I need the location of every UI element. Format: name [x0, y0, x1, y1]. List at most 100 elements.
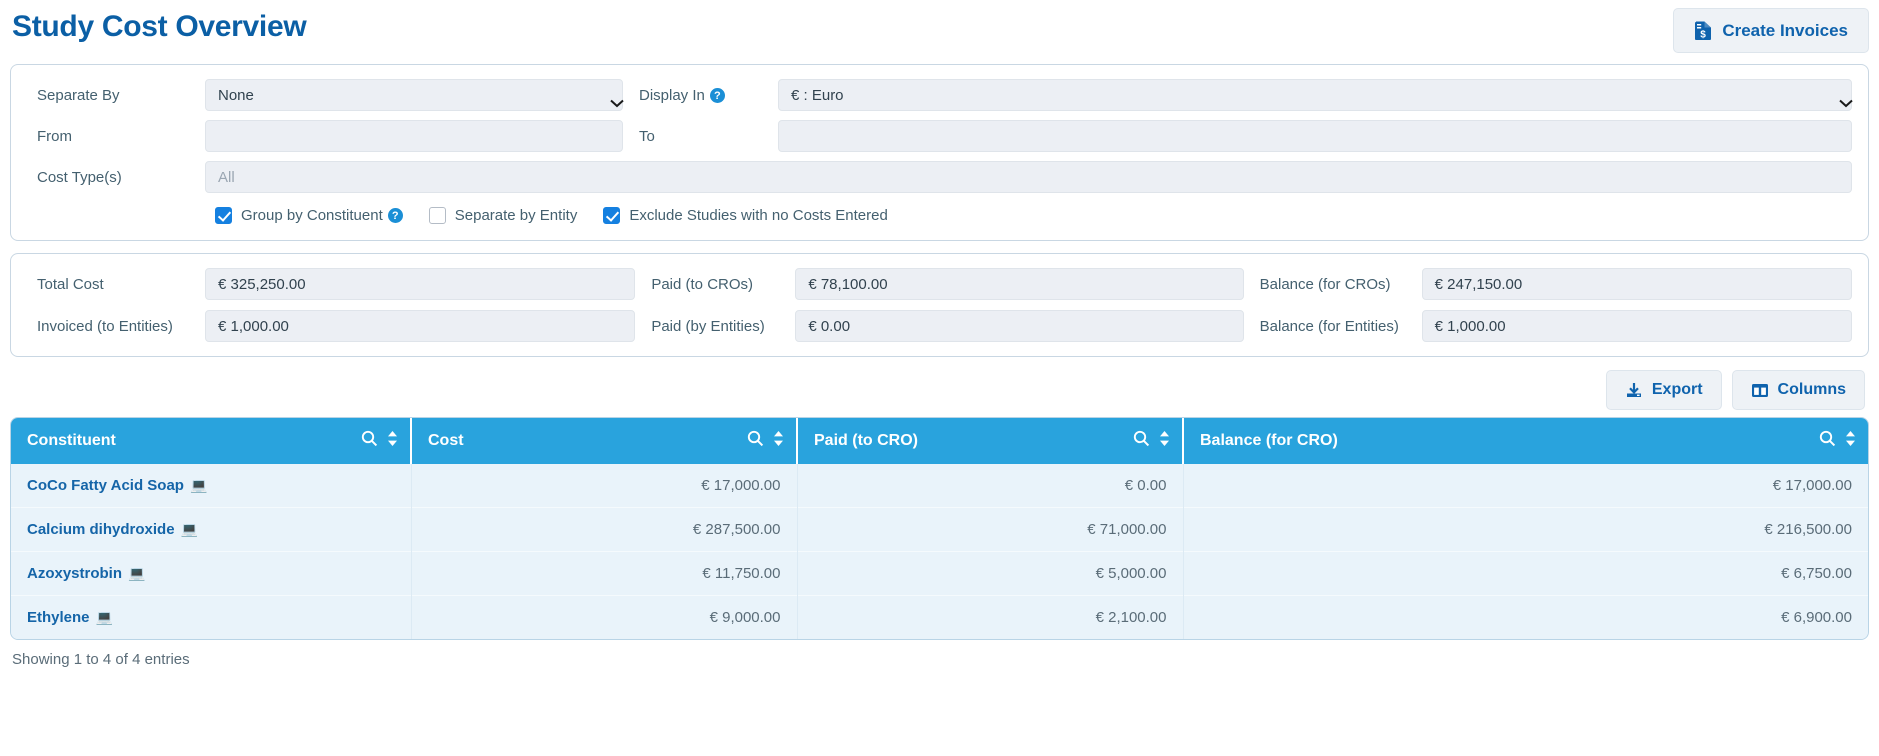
separate-by-select[interactable]: None — [205, 79, 624, 111]
checkbox-label-group-by-constituent: Group by Constituent — [241, 207, 383, 224]
checkbox-separate-by-entity[interactable]: Separate by Entity — [428, 207, 577, 224]
from-label: From — [37, 127, 72, 145]
checkbox-input-exclude-studies-no-costs[interactable] — [603, 207, 621, 224]
cell-balance-for-cro: € 17,000.00 — [1183, 464, 1868, 508]
export-label: Export — [1651, 381, 1703, 398]
balance-for-cros-field: Balance (for CROs) € 247,150.00 — [1244, 268, 1852, 300]
table-row: CoCo Fatty Acid Soap 💻 € 17,000.00 € 0.00… — [11, 464, 1868, 508]
checkbox-label-exclude-studies-no-costs: Exclude Studies with no Costs Entered — [629, 207, 888, 224]
table-row: Azoxystrobin 💻 € 11,750.00 € 5,000.00 € 6… — [11, 551, 1868, 596]
help-circle-icon[interactable]: ? — [709, 88, 725, 104]
sort-icon[interactable] — [387, 430, 398, 452]
to-label: To — [639, 127, 655, 145]
sort-icon[interactable] — [1159, 430, 1170, 452]
cell-paid-to-cro: € 0.00 — [797, 464, 1184, 508]
balance-for-entities-label: Balance (for Entities) — [1259, 317, 1399, 335]
paid-to-cros-label: Paid (to CROs) — [651, 275, 754, 293]
checkbox-group-by-constituent[interactable]: Group by Constituent ? — [215, 207, 403, 224]
to-date-input[interactable] — [778, 120, 1852, 152]
laptop-icon: 💻 — [180, 521, 198, 537]
columns-button[interactable]: Columns — [1731, 370, 1865, 410]
filter-row-date-range: From To — [27, 120, 1852, 152]
cell-balance-for-cro: € 216,500.00 — [1183, 507, 1868, 552]
help-circle-icon[interactable]: ? — [387, 208, 403, 223]
cell-constituent: Azoxystrobin 💻 — [11, 551, 412, 596]
create-invoices-label: Create Invoices — [1722, 20, 1848, 40]
constituent-link[interactable]: CoCo Fatty Acid Soap — [27, 477, 184, 494]
column-header-constituent[interactable]: Constituent — [11, 418, 412, 464]
columns-icon — [1751, 382, 1769, 399]
cell-balance-for-cro: € 6,900.00 — [1183, 595, 1868, 639]
column-header-paid-to-cro-label: Paid (to CRO) — [814, 432, 918, 449]
total-cost-value: € 325,250.00 — [205, 268, 636, 300]
table-header-row: Constituent Cost Paid (to CRO) Balance (… — [11, 418, 1868, 464]
invoice-dollar-icon: $ — [1694, 20, 1713, 41]
cell-constituent: CoCo Fatty Acid Soap 💻 — [11, 464, 412, 508]
page-title: Study Cost Overview — [12, 10, 307, 43]
study-cost-overview-page: Study Cost Overview $ Create Invoices Se… — [0, 0, 1879, 756]
table-toolbar: Export Columns — [10, 370, 1869, 410]
paid-by-entities-field: Paid (by Entities) € 0.00 — [635, 310, 1244, 342]
search-icon[interactable] — [361, 430, 378, 452]
column-header-cost-label: Cost — [428, 432, 464, 449]
totals-panel: Total Cost € 325,250.00 Paid (to CROs) €… — [10, 253, 1869, 357]
laptop-icon: 💻 — [189, 477, 208, 493]
svg-text:$: $ — [1701, 30, 1707, 41]
search-icon[interactable] — [747, 430, 764, 452]
display-in-select[interactable]: € : Euro — [778, 79, 1853, 111]
cost-types-label: Cost Type(s) — [37, 168, 122, 186]
cost-types-input[interactable]: All — [205, 161, 1852, 193]
paid-by-entities-label: Paid (by Entities) — [651, 317, 765, 335]
table-row: Ethylene 💻 € 9,000.00 € 2,100.00 € 6,900.… — [11, 595, 1868, 639]
paid-to-cros-field: Paid (to CROs) € 78,100.00 — [635, 268, 1244, 300]
totals-row-2: Invoiced (to Entities) € 1,000.00 Paid (… — [27, 310, 1852, 342]
column-header-paid-to-cro[interactable]: Paid (to CRO) — [797, 418, 1184, 464]
checkbox-input-separate-by-entity[interactable] — [428, 207, 446, 224]
sort-icon[interactable] — [773, 430, 784, 452]
constituent-link[interactable]: Calcium dihydroxide — [27, 521, 175, 538]
filter-row-separate-by: Separate By None Display In? € : Euro — [27, 79, 1853, 111]
totals-row-1: Total Cost € 325,250.00 Paid (to CROs) €… — [27, 268, 1852, 300]
cell-constituent: Calcium dihydroxide 💻 — [11, 507, 412, 552]
cell-cost: € 17,000.00 — [411, 464, 798, 508]
filter-row-cost-types: Cost Type(s) All — [27, 161, 1852, 193]
column-header-cost[interactable]: Cost — [411, 418, 798, 464]
constituent-link[interactable]: Azoxystrobin — [27, 565, 122, 582]
cost-table-body: CoCo Fatty Acid Soap 💻 € 17,000.00 € 0.00… — [11, 464, 1868, 639]
sort-icon[interactable] — [1845, 430, 1856, 452]
invoiced-to-entities-field: Invoiced (to Entities) € 1,000.00 — [27, 310, 636, 342]
cost-table-element: Constituent Cost Paid (to CRO) Balance (… — [11, 418, 1868, 639]
display-in-label-text: Display In — [639, 86, 705, 104]
cell-paid-to-cro: € 5,000.00 — [797, 551, 1184, 596]
constituent-link[interactable]: Ethylene — [27, 609, 90, 626]
cell-constituent: Ethylene 💻 — [11, 595, 412, 639]
filters-panel: Separate By None Display In? € : Euro Fr… — [10, 64, 1869, 241]
total-cost-label: Total Cost — [37, 275, 104, 293]
from-date-input[interactable] — [205, 120, 623, 152]
column-header-balance-for-cro[interactable]: Balance (for CRO) — [1183, 418, 1868, 464]
page-header: Study Cost Overview $ Create Invoices — [10, 0, 1869, 58]
table-entries-info: Showing 1 to 4 of 4 entries — [12, 651, 190, 668]
laptop-icon: 💻 — [128, 565, 146, 581]
invoiced-to-entities-value: € 1,000.00 — [205, 310, 636, 342]
invoiced-to-entities-label: Invoiced (to Entities) — [37, 317, 173, 335]
column-header-balance-for-cro-label: Balance (for CRO) — [1200, 432, 1338, 449]
cell-paid-to-cro: € 2,100.00 — [797, 595, 1184, 639]
balance-for-cros-label: Balance (for CROs) — [1259, 275, 1391, 293]
export-button[interactable]: Export — [1605, 370, 1722, 410]
separate-by-value: None — [218, 86, 254, 104]
display-in-label: Display In? — [623, 87, 778, 104]
checkbox-input-group-by-constituent[interactable] — [215, 207, 232, 224]
checkbox-exclude-studies-no-costs[interactable]: Exclude Studies with no Costs Entered — [603, 207, 888, 224]
cost-table-head: Constituent Cost Paid (to CRO) Balance (… — [11, 418, 1868, 464]
search-icon[interactable] — [1819, 430, 1836, 452]
balance-for-entities-field: Balance (for Entities) € 1,000.00 — [1244, 310, 1852, 342]
total-cost-field: Total Cost € 325,250.00 — [27, 268, 636, 300]
search-icon[interactable] — [1133, 430, 1150, 452]
create-invoices-button[interactable]: $ Create Invoices — [1673, 8, 1869, 53]
cost-table: Constituent Cost Paid (to CRO) Balance (… — [10, 417, 1869, 640]
laptop-icon: 💻 — [95, 609, 113, 625]
balance-for-cros-value: € 247,150.00 — [1421, 268, 1852, 300]
cell-balance-for-cro: € 6,750.00 — [1183, 551, 1868, 596]
table-row: Calcium dihydroxide 💻 € 287,500.00 € 71,0… — [11, 507, 1868, 552]
